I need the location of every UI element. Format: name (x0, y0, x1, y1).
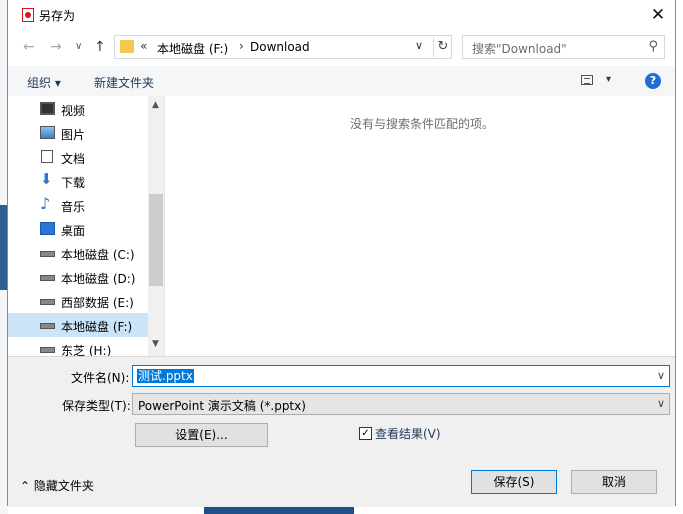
sidebar-item-documents[interactable]: 文档 (8, 145, 148, 169)
filename-dropdown-icon[interactable]: ∨ (657, 369, 665, 382)
sidebar-item-desktop[interactable]: 桌面 (8, 217, 148, 241)
scroll-down-icon[interactable]: ▼ (152, 339, 159, 349)
settings-button[interactable]: 设置(E)... (135, 423, 268, 447)
sidebar-item-label: 文档 (61, 152, 86, 166)
new-folder-button[interactable]: 新建文件夹 (94, 74, 154, 91)
sidebar-item-label: 本地磁盘 (D:) (61, 272, 136, 286)
sidebar-item-label: 东芝 (H:) (61, 344, 112, 356)
recent-locations-icon[interactable]: ∨ (75, 41, 82, 52)
breadcrumb-separator-icon[interactable]: › (239, 39, 244, 53)
empty-results-message: 没有与搜索条件匹配的项。 (350, 117, 495, 131)
sidebar-item-pictures[interactable]: 图片 (8, 121, 148, 145)
view-results-checkbox[interactable]: ✓ (359, 427, 372, 440)
sidebar-item-label: 视频 (61, 104, 86, 118)
navigation-pane: 视频 图片 文档 ⬇ 下载 ♪ 音乐 桌面 本地磁盘 (C:) 本地磁盘 (D:… (8, 96, 165, 356)
filetype-select[interactable]: PowerPoint 演示文稿 (*.pptx) ∨ (132, 393, 670, 415)
view-options-icon[interactable] (581, 75, 593, 85)
sidebar-item-label: 本地磁盘 (C:) (61, 248, 135, 262)
documents-icon (41, 150, 53, 163)
sidebar-item-label: 图片 (61, 128, 86, 142)
address-dropdown-icon[interactable]: ∨ (415, 39, 423, 52)
folder-icon (120, 40, 134, 53)
sidebar-item-label: 桌面 (61, 224, 86, 238)
sidebar-item-label: 西部数据 (E:) (61, 296, 134, 310)
desktop-icon (40, 222, 55, 235)
filetype-label: 保存类型(T): (62, 399, 131, 413)
filename-label: 文件名(N): (71, 371, 130, 385)
organize-menu[interactable]: 组织 ▾ (27, 74, 61, 91)
sidebar-scrollbar[interactable]: ▲ ▼ (148, 96, 164, 356)
filetype-selected-value: PowerPoint 演示文稿 (*.pptx) (138, 399, 306, 413)
save-button[interactable]: 保存(S) (471, 470, 557, 494)
breadcrumb-drive[interactable]: 本地磁盘 (F:) (157, 40, 228, 57)
navigation-bar: ← → ∨ ↑ « 本地磁盘 (F:) › Download ∨ ↻ 搜索"Do… (8, 31, 675, 64)
help-icon[interactable]: ? (645, 73, 661, 89)
sidebar-item-label: 音乐 (61, 200, 86, 214)
title-bar: 另存为 ✕ (8, 0, 675, 31)
sidebar-item-music[interactable]: ♪ 音乐 (8, 193, 148, 217)
dialog-title: 另存为 (39, 9, 76, 23)
breadcrumb-folder[interactable]: Download (250, 40, 310, 54)
cancel-button[interactable]: 取消 (571, 470, 657, 494)
pictures-icon (40, 126, 55, 139)
address-bar[interactable]: « 本地磁盘 (F:) › Download ∨ ↻ (114, 35, 452, 59)
system-drive-icon (40, 251, 55, 257)
sidebar-item-drive-h[interactable]: 东芝 (H:) (8, 337, 148, 356)
up-arrow-icon[interactable]: ↑ (94, 39, 106, 55)
scrollbar-thumb[interactable] (149, 194, 163, 286)
search-icon[interactable]: ⚲ (648, 39, 658, 54)
sidebar-item-videos[interactable]: 视频 (8, 97, 148, 121)
downloads-icon: ⬇ (40, 170, 53, 188)
hide-folders-toggle[interactable]: ⌃ 隐藏文件夹 (20, 477, 94, 494)
address-overflow-icon[interactable]: « (140, 39, 147, 53)
view-results-label[interactable]: 查看结果(V) (375, 425, 441, 442)
save-as-dialog: 另存为 ✕ ← → ∨ ↑ « 本地磁盘 (F:) › Download ∨ ↻… (7, 0, 676, 507)
drive-icon (40, 323, 55, 329)
file-list-pane[interactable]: 没有与搜索条件匹配的项。 (165, 96, 675, 356)
sidebar-item-label: 本地磁盘 (F:) (61, 320, 133, 334)
view-dropdown-icon[interactable]: ▾ (606, 74, 611, 85)
refresh-icon[interactable]: ↻ (433, 37, 452, 57)
sidebar-item-drive-d[interactable]: 本地磁盘 (D:) (8, 265, 148, 289)
save-form: 文件名(N): 测试.pptx ∨ 保存类型(T): PowerPoint 演示… (8, 356, 675, 507)
scroll-up-icon[interactable]: ▲ (152, 100, 159, 110)
filename-input-value[interactable]: 测试.pptx (137, 369, 194, 383)
sidebar-item-drive-f[interactable]: 本地磁盘 (F:) (8, 313, 148, 337)
forward-arrow-icon[interactable]: → (50, 39, 62, 55)
pdf-app-icon (22, 8, 34, 22)
search-input[interactable]: 搜索"Download" (472, 40, 567, 57)
command-toolbar: 组织 ▾ 新建文件夹 ▾ ? (8, 66, 675, 96)
filetype-dropdown-icon[interactable]: ∨ (657, 397, 665, 410)
sidebar-item-downloads[interactable]: ⬇ 下载 (8, 169, 148, 193)
music-icon: ♪ (40, 194, 51, 213)
search-box[interactable]: 搜索"Download" ⚲ (462, 35, 665, 59)
video-icon (40, 102, 55, 115)
filename-field[interactable]: 测试.pptx ∨ (132, 365, 670, 387)
sidebar-item-drive-e[interactable]: 西部数据 (E:) (8, 289, 148, 313)
drive-icon (40, 347, 55, 353)
drive-icon (40, 299, 55, 305)
sidebar-item-drive-c[interactable]: 本地磁盘 (C:) (8, 241, 148, 265)
drive-icon (40, 275, 55, 281)
sidebar-item-label: 下载 (61, 176, 86, 190)
background-button-edge (204, 506, 354, 514)
back-arrow-icon[interactable]: ← (23, 39, 35, 55)
close-button[interactable]: ✕ (641, 0, 675, 31)
